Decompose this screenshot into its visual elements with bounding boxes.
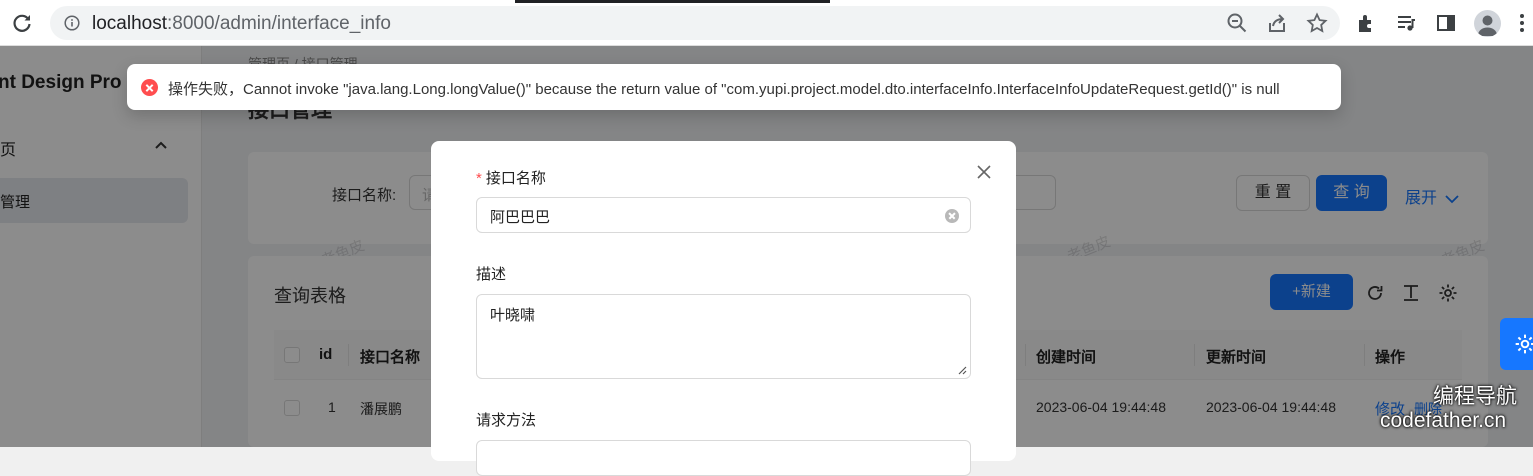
clear-icon[interactable]: [945, 209, 959, 223]
error-message: 操作失败，Cannot invoke "java.lang.Long.longV…: [127, 64, 1341, 110]
share-icon[interactable]: [1266, 12, 1288, 34]
desc-field-label: 描述: [476, 266, 507, 283]
required-mark: *: [476, 170, 482, 187]
url-host: localhost: [92, 13, 167, 34]
settings-drawer-button[interactable]: [1500, 318, 1533, 370]
method-field-label: 请求方法: [476, 412, 537, 429]
url-text[interactable]: localhost:8000/admin/interface_info: [92, 13, 391, 35]
close-icon[interactable]: [975, 163, 993, 181]
tab-strip-edge: [515, 0, 830, 3]
side-panel-icon[interactable]: [1435, 12, 1457, 34]
site-watermark-title: 编程导航: [1433, 385, 1517, 408]
name-field-label-text: 接口名称: [485, 170, 546, 187]
bookmark-star-icon[interactable]: [1306, 12, 1328, 34]
media-playlist-icon[interactable]: [1395, 12, 1417, 34]
desc-field-value: 叶晓啸: [490, 307, 536, 324]
resize-handle-icon[interactable]: [958, 366, 967, 375]
profile-avatar-icon[interactable]: [1474, 10, 1501, 37]
browser-toolbar: localhost:8000/admin/interface_info: [0, 0, 1533, 46]
name-field-value: 阿巴巴巴: [490, 209, 551, 226]
url-path: :8000/admin/interface_info: [167, 13, 391, 34]
method-field[interactable]: [476, 440, 971, 476]
browser-menu-icon[interactable]: [1519, 12, 1525, 34]
error-icon: [141, 79, 158, 96]
error-message-text: 操作失败，Cannot invoke "java.lang.Long.longV…: [168, 81, 1280, 98]
reload-icon[interactable]: [10, 11, 34, 35]
site-watermark-domain: codefather.cn: [1380, 409, 1507, 432]
update-modal: * 接口名称 阿巴巴巴 描述 叶晓啸 请求方法: [431, 141, 1016, 476]
zoom-icon[interactable]: [1226, 12, 1248, 34]
gear-icon: [1515, 334, 1533, 354]
site-info-icon[interactable]: [64, 15, 80, 31]
name-field-label: * 接口名称: [476, 167, 546, 188]
extensions-icon[interactable]: [1355, 12, 1377, 34]
address-bar[interactable]: localhost:8000/admin/interface_info: [50, 6, 1340, 40]
desc-textarea[interactable]: 叶晓啸: [476, 294, 971, 379]
name-field[interactable]: 阿巴巴巴: [476, 197, 971, 233]
